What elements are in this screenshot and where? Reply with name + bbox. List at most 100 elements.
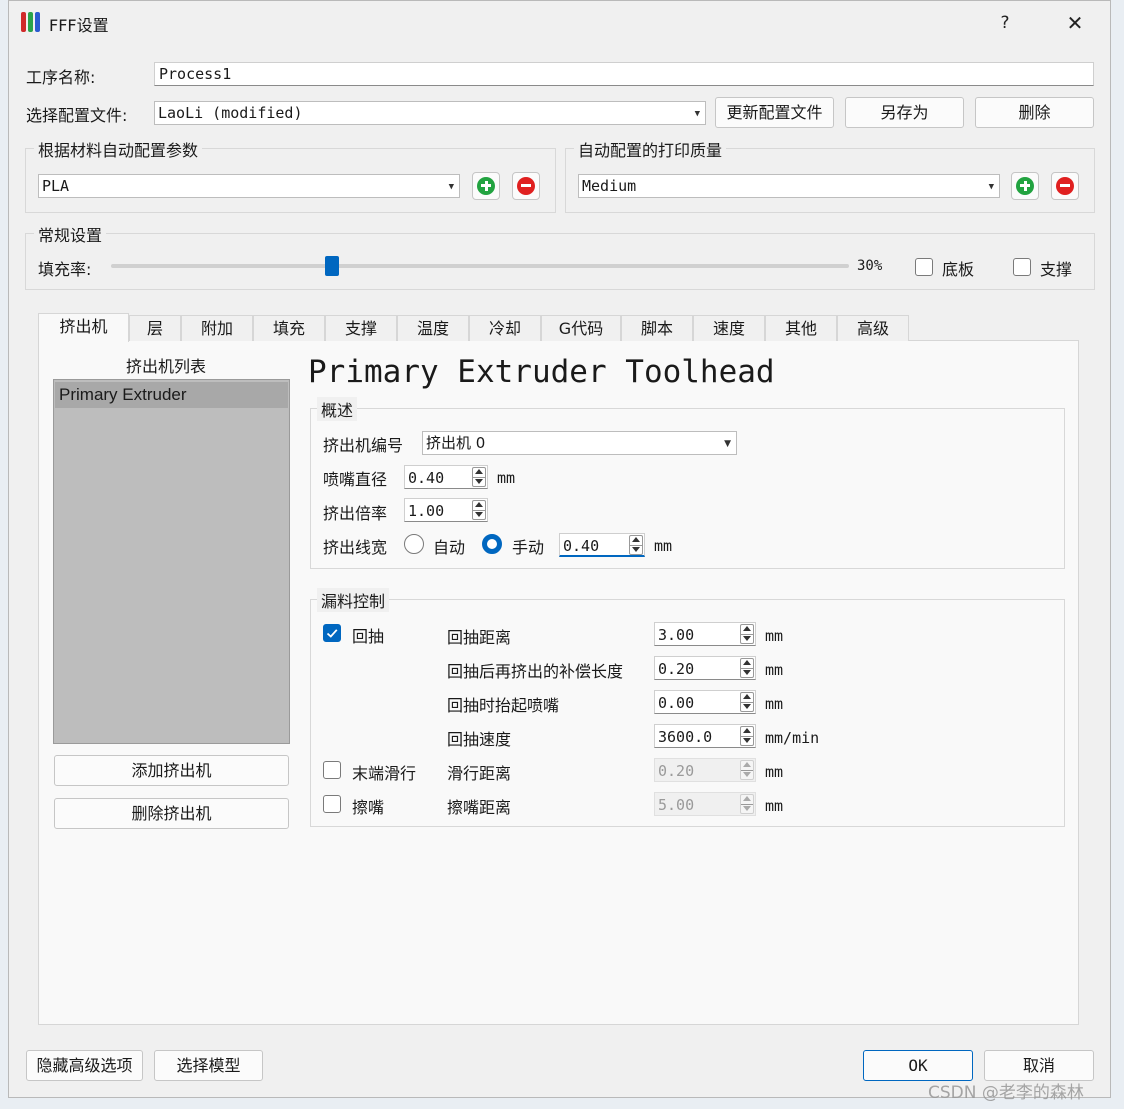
wipe-label: 擦嘴 bbox=[352, 798, 385, 817]
chevron-down-icon: ▼ bbox=[448, 182, 454, 192]
add-quality-button[interactable] bbox=[1011, 172, 1039, 200]
process-name-input[interactable]: Process1 bbox=[154, 62, 1094, 86]
toolhead-heading: Primary Extruder Toolhead bbox=[308, 354, 775, 390]
spin-arrows-icon[interactable] bbox=[472, 467, 486, 487]
save-as-button[interactable]: 另存为 bbox=[845, 97, 964, 128]
lift-z-unit: mm bbox=[765, 695, 784, 713]
tab-gcode[interactable]: G代码 bbox=[541, 315, 621, 341]
list-item[interactable]: Primary Extruder bbox=[55, 382, 288, 408]
chevron-down-icon: ▼ bbox=[988, 182, 994, 192]
retract-distance-spinbox[interactable]: 3.00 bbox=[654, 622, 756, 646]
extrusion-width-value: 0.40 bbox=[563, 537, 600, 555]
spin-arrows-icon[interactable] bbox=[740, 794, 754, 814]
tab-speed[interactable]: 速度 bbox=[693, 315, 765, 341]
overview-title: 概述 bbox=[317, 397, 358, 421]
spin-arrows-icon[interactable] bbox=[629, 535, 643, 555]
remove-extruder-button[interactable]: 删除挤出机 bbox=[54, 798, 289, 829]
delete-profile-button[interactable]: 删除 bbox=[975, 97, 1094, 128]
spin-arrows-icon[interactable] bbox=[740, 692, 754, 712]
material-select[interactable]: PLA ▼ bbox=[38, 174, 460, 198]
profile-select[interactable]: LaoLi (modified) ▼ bbox=[154, 101, 706, 125]
extrusion-width-unit: mm bbox=[654, 537, 673, 555]
nozzle-diameter-spinbox[interactable]: 0.40 bbox=[404, 465, 488, 489]
remove-material-button[interactable] bbox=[512, 172, 540, 200]
tab-infill[interactable]: 填充 bbox=[253, 315, 325, 341]
quality-group-title: 自动配置的打印质量 bbox=[574, 137, 727, 161]
tab-other[interactable]: 其他 bbox=[765, 315, 837, 341]
quality-select-value: Medium bbox=[582, 177, 637, 195]
extrusion-multiplier-spinbox[interactable]: 1.00 bbox=[404, 498, 488, 522]
quality-select[interactable]: Medium ▼ bbox=[578, 174, 1000, 198]
support-checkbox[interactable] bbox=[1013, 258, 1031, 276]
extra-restart-value: 0.20 bbox=[658, 660, 695, 678]
hide-advanced-button[interactable]: 隐藏高级选项 bbox=[26, 1050, 143, 1081]
lift-z-label: 回抽时抬起喷嘴 bbox=[447, 696, 560, 715]
spin-arrows-icon[interactable] bbox=[740, 726, 754, 746]
nozzle-diameter-unit: mm bbox=[497, 469, 516, 487]
extruder-list-title: 挤出机列表 bbox=[126, 357, 207, 376]
infill-slider[interactable] bbox=[111, 256, 849, 276]
wipe-distance-spinbox[interactable]: 5.00 bbox=[654, 792, 756, 816]
chevron-down-icon: ▼ bbox=[694, 109, 700, 119]
lift-z-value: 0.00 bbox=[658, 694, 695, 712]
extruder-number-label: 挤出机编号 bbox=[323, 436, 404, 455]
spin-arrows-icon[interactable] bbox=[740, 624, 754, 644]
retract-label: 回抽 bbox=[352, 627, 385, 646]
tab-layer[interactable]: 层 bbox=[129, 315, 181, 341]
extra-restart-unit: mm bbox=[765, 661, 784, 679]
add-material-button[interactable] bbox=[472, 172, 500, 200]
extruder-number-select[interactable]: 挤出机 0 ▼ bbox=[422, 431, 737, 455]
add-extruder-button[interactable]: 添加挤出机 bbox=[54, 755, 289, 786]
tab-scripts[interactable]: 脚本 bbox=[621, 315, 693, 341]
general-settings-title: 常规设置 bbox=[34, 222, 107, 246]
wipe-distance-value: 5.00 bbox=[658, 796, 695, 814]
update-profile-button[interactable]: 更新配置文件 bbox=[715, 97, 834, 128]
retract-speed-value: 3600.0 bbox=[658, 728, 713, 746]
tab-additions[interactable]: 附加 bbox=[181, 315, 253, 341]
infill-label: 填充率: bbox=[38, 260, 92, 279]
select-models-button[interactable]: 选择模型 bbox=[154, 1050, 263, 1081]
spin-arrows-icon[interactable] bbox=[740, 760, 754, 780]
width-auto-label: 自动 bbox=[433, 538, 466, 557]
retract-speed-spinbox[interactable]: 3600.0 bbox=[654, 724, 756, 748]
close-button[interactable]: ✕ bbox=[1055, 7, 1095, 39]
raft-checkbox[interactable] bbox=[915, 258, 933, 276]
tab-extruder[interactable]: 挤出机 bbox=[38, 313, 129, 342]
spin-arrows-icon[interactable] bbox=[472, 500, 486, 520]
extruder-list[interactable]: Primary Extruder bbox=[53, 379, 290, 744]
profile-select-value: LaoLi (modified) bbox=[158, 104, 303, 122]
wipe-checkbox[interactable] bbox=[323, 795, 341, 813]
coast-distance-spinbox[interactable]: 0.20 bbox=[654, 758, 756, 782]
ok-button[interactable]: OK bbox=[863, 1050, 973, 1081]
extra-restart-spinbox[interactable]: 0.20 bbox=[654, 656, 756, 680]
infill-slider-handle[interactable] bbox=[325, 256, 340, 276]
retract-checkbox[interactable] bbox=[323, 624, 341, 642]
process-name-label: 工序名称: bbox=[26, 68, 96, 87]
watermark: CSDN @老李的森林 bbox=[928, 1083, 1084, 1103]
coast-distance-label: 滑行距离 bbox=[447, 764, 512, 783]
tab-temperature[interactable]: 温度 bbox=[397, 315, 469, 341]
coast-checkbox[interactable] bbox=[323, 761, 341, 779]
support-label: 支撑 bbox=[1040, 260, 1073, 279]
tab-advanced[interactable]: 高级 bbox=[837, 315, 909, 341]
remove-quality-button[interactable] bbox=[1051, 172, 1079, 200]
tab-support[interactable]: 支撑 bbox=[325, 315, 397, 341]
extrusion-width-spinbox[interactable]: 0.40 bbox=[559, 533, 645, 557]
help-button[interactable]: ? bbox=[985, 7, 1025, 39]
general-settings-group bbox=[25, 233, 1095, 290]
material-group-title: 根据材料自动配置参数 bbox=[34, 137, 203, 161]
tab-cooling[interactable]: 冷却 bbox=[469, 315, 541, 341]
lift-z-spinbox[interactable]: 0.00 bbox=[654, 690, 756, 714]
retract-speed-unit: mm/min bbox=[765, 729, 820, 747]
infill-value: 30% bbox=[857, 258, 883, 274]
coast-label: 末端滑行 bbox=[352, 764, 417, 783]
width-auto-radio[interactable] bbox=[404, 534, 424, 554]
cancel-button[interactable]: 取消 bbox=[984, 1050, 1094, 1081]
extra-restart-label: 回抽后再挤出的补偿长度 bbox=[447, 662, 624, 681]
chevron-down-icon: ▼ bbox=[724, 439, 731, 449]
profile-label: 选择配置文件: bbox=[26, 106, 128, 125]
width-manual-radio[interactable] bbox=[482, 534, 502, 554]
title-bar: FFF设置 ? ✕ bbox=[9, 1, 1110, 45]
nozzle-diameter-label: 喷嘴直径 bbox=[323, 470, 388, 489]
spin-arrows-icon[interactable] bbox=[740, 658, 754, 678]
